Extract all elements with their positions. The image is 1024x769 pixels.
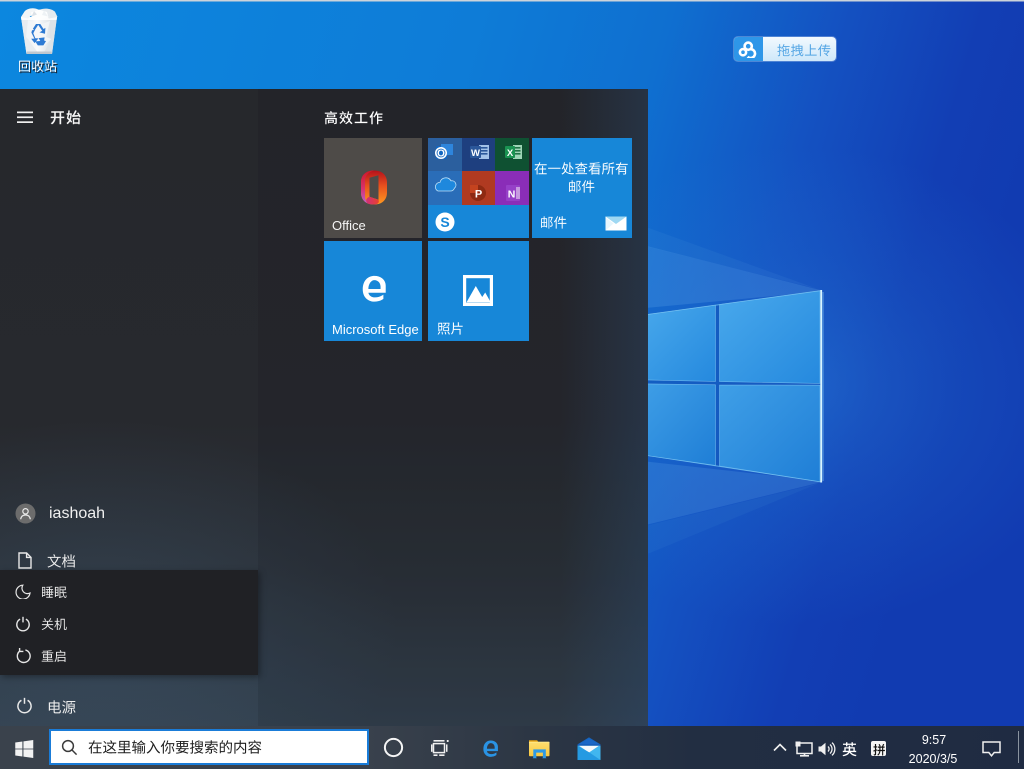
- svg-text:X: X: [507, 148, 514, 159]
- svg-text:S: S: [440, 214, 449, 230]
- svg-text:P: P: [475, 189, 482, 201]
- svg-text:W: W: [471, 148, 480, 159]
- svg-text:O: O: [437, 149, 445, 160]
- svg-text:N: N: [508, 189, 516, 201]
